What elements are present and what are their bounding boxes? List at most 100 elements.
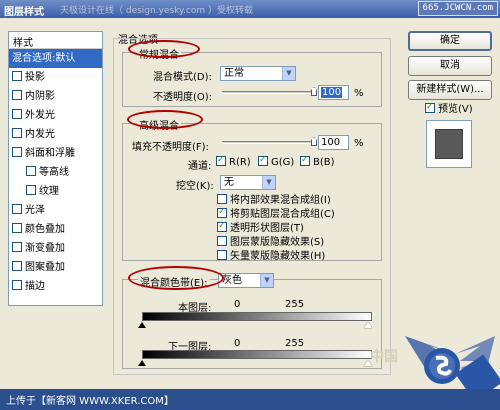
triangle-icon: [138, 360, 146, 366]
this-layer-gradient: [142, 312, 372, 321]
opacity-slider[interactable]: [222, 91, 314, 94]
cancel-button[interactable]: 取消: [408, 56, 492, 76]
style-list-item[interactable]: 描边: [9, 277, 102, 296]
new-style-button[interactable]: 新建样式(W)...: [408, 80, 492, 100]
bottom-banner: 上传于【新客网 WWW.XKER.COM】: [0, 389, 500, 410]
this-layer-black-slider[interactable]: [138, 322, 148, 330]
vector-mask-hides-checkbox[interactable]: 矢量蒙版隐藏效果(H): [217, 250, 325, 263]
knockout-select[interactable]: 无 ▼: [220, 175, 276, 190]
blend-if-select[interactable]: 灰色 ▼: [218, 273, 274, 288]
checkbox-icon[interactable]: [12, 261, 22, 271]
fill-opacity-value: 100: [321, 137, 341, 148]
blend-mode-value: 正常: [224, 68, 244, 79]
fill-opacity-input[interactable]: 100: [318, 135, 349, 150]
checkbox-icon[interactable]: [12, 109, 22, 119]
vector-mask-hides-label: 矢量蒙版隐藏效果(H): [230, 251, 326, 262]
checkbox-icon[interactable]: [26, 185, 36, 195]
channel-r-label: R(R): [229, 157, 251, 168]
blend-clipped-checkbox[interactable]: 将剪贴图层混合成组(C): [217, 206, 335, 221]
checkbox-icon[interactable]: [12, 90, 22, 100]
checkbox-icon: [258, 154, 268, 167]
transparency-shapes-label: 透明形状图层(T): [230, 223, 304, 234]
style-list-item[interactable]: 纹理: [9, 182, 102, 201]
annotation-ellipse: [128, 266, 224, 290]
style-list-item[interactable]: 内发光: [9, 125, 102, 144]
style-list-item-label: 内发光: [25, 129, 55, 140]
underlying-layer-low: 0: [234, 338, 241, 349]
checkbox-icon: [217, 194, 227, 204]
chevron-down-icon: ▼: [282, 67, 295, 80]
preview-swatch: [435, 129, 463, 159]
fill-opacity-unit: %: [354, 138, 364, 149]
this-layer-low: 0: [234, 299, 241, 310]
layer-mask-hides-label: 图层蒙版隐藏效果(S): [230, 237, 325, 248]
style-list-item-label: 等高线: [39, 167, 69, 178]
style-list-item-label: 投影: [25, 72, 45, 83]
triangle-icon: [138, 322, 146, 328]
style-list-item[interactable]: 斜面和浮雕: [9, 144, 102, 163]
fill-opacity-label: 填充不透明度(F):: [132, 142, 209, 153]
checkbox-icon[interactable]: [12, 147, 22, 157]
checkbox-icon[interactable]: [12, 204, 22, 214]
style-list-item[interactable]: 渐变叠加: [9, 239, 102, 258]
site-badge: 665.JCWCN.com: [417, 1, 498, 16]
channel-g-label: G(G): [271, 157, 295, 168]
style-list-item[interactable]: 等高线: [9, 163, 102, 182]
checkbox-icon[interactable]: [12, 71, 22, 81]
checkbox-icon: [217, 206, 227, 219]
this-layer-high: 255: [285, 299, 305, 310]
fill-opacity-slider[interactable]: [222, 141, 314, 144]
style-list-item[interactable]: 内阴影: [9, 87, 102, 106]
checkbox-icon[interactable]: [12, 223, 22, 233]
opacity-unit: %: [354, 88, 364, 99]
style-list-item-label: 外发光: [25, 110, 55, 121]
channel-r-checkbox[interactable]: R(R): [216, 154, 251, 169]
blend-if-value: 灰色: [222, 275, 242, 286]
style-list-item[interactable]: 图案叠加: [9, 258, 102, 277]
channel-g-checkbox[interactable]: G(G): [258, 154, 295, 169]
annotation-ellipse: [127, 110, 203, 129]
checkbox-icon: [216, 154, 226, 167]
blend-mode-select[interactable]: 正常 ▼: [220, 66, 296, 81]
preview-checkbox[interactable]: 预览(V): [425, 101, 473, 116]
checkbox-icon[interactable]: [12, 280, 22, 290]
style-list-item-label: 图案叠加: [25, 262, 65, 273]
style-list-item[interactable]: 投影: [9, 68, 102, 87]
this-layer-white-slider[interactable]: [364, 322, 374, 330]
channel-b-label: B(B): [313, 157, 335, 168]
style-list-item[interactable]: 外发光: [9, 106, 102, 125]
checkbox-icon[interactable]: [12, 242, 22, 252]
channel-b-checkbox[interactable]: B(B): [300, 154, 335, 169]
style-list-item-label: 光泽: [25, 205, 45, 216]
style-list-item[interactable]: 颜色叠加: [9, 220, 102, 239]
preview-label: 预览(V): [438, 104, 473, 115]
style-list-item-label: 渐变叠加: [25, 243, 65, 254]
style-list-item[interactable]: 混合选项:默认: [9, 49, 102, 68]
style-list-item-label: 纹理: [39, 186, 59, 197]
triangle-icon: [364, 322, 372, 328]
underlying-black-slider[interactable]: [138, 360, 148, 368]
style-list-item-label: 混合选项:默认: [12, 53, 76, 64]
blend-clipped-label: 将剪贴图层混合成组(C): [230, 209, 335, 220]
style-list-item-label: 颜色叠加: [25, 224, 65, 235]
opacity-input[interactable]: 100: [318, 85, 349, 100]
underlying-layer-high: 255: [285, 338, 305, 349]
transparency-shapes-checkbox[interactable]: 透明形状图层(T): [217, 220, 304, 235]
style-list-item-label: 描边: [25, 281, 45, 292]
style-list-header: 样式: [9, 32, 102, 49]
checkbox-icon: [217, 220, 227, 233]
layer-mask-hides-checkbox[interactable]: 图层蒙版隐藏效果(S): [217, 236, 324, 249]
opacity-value: 100: [321, 87, 343, 98]
title-bar: 图层样式 天极设计在线（ design.yesky.com ）受权转载 665.…: [0, 0, 500, 18]
checkbox-icon: [217, 250, 227, 260]
checkbox-icon[interactable]: [12, 128, 22, 138]
blend-interior-checkbox[interactable]: 将内部效果混合成组(I): [217, 194, 331, 207]
ok-button[interactable]: 确定: [408, 31, 492, 51]
style-list-item[interactable]: 光泽: [9, 201, 102, 220]
checkbox-icon[interactable]: [26, 166, 36, 176]
window-title: 图层样式: [4, 7, 44, 18]
style-list: 样式 混合选项:默认投影内阴影外发光内发光斜面和浮雕等高线纹理光泽颜色叠加渐变叠…: [8, 31, 103, 306]
knockout-value: 无: [224, 177, 234, 188]
watermark-text: 天极设计在线（ design.yesky.com ）受权转载: [60, 6, 254, 16]
checkbox-icon: [425, 101, 435, 114]
